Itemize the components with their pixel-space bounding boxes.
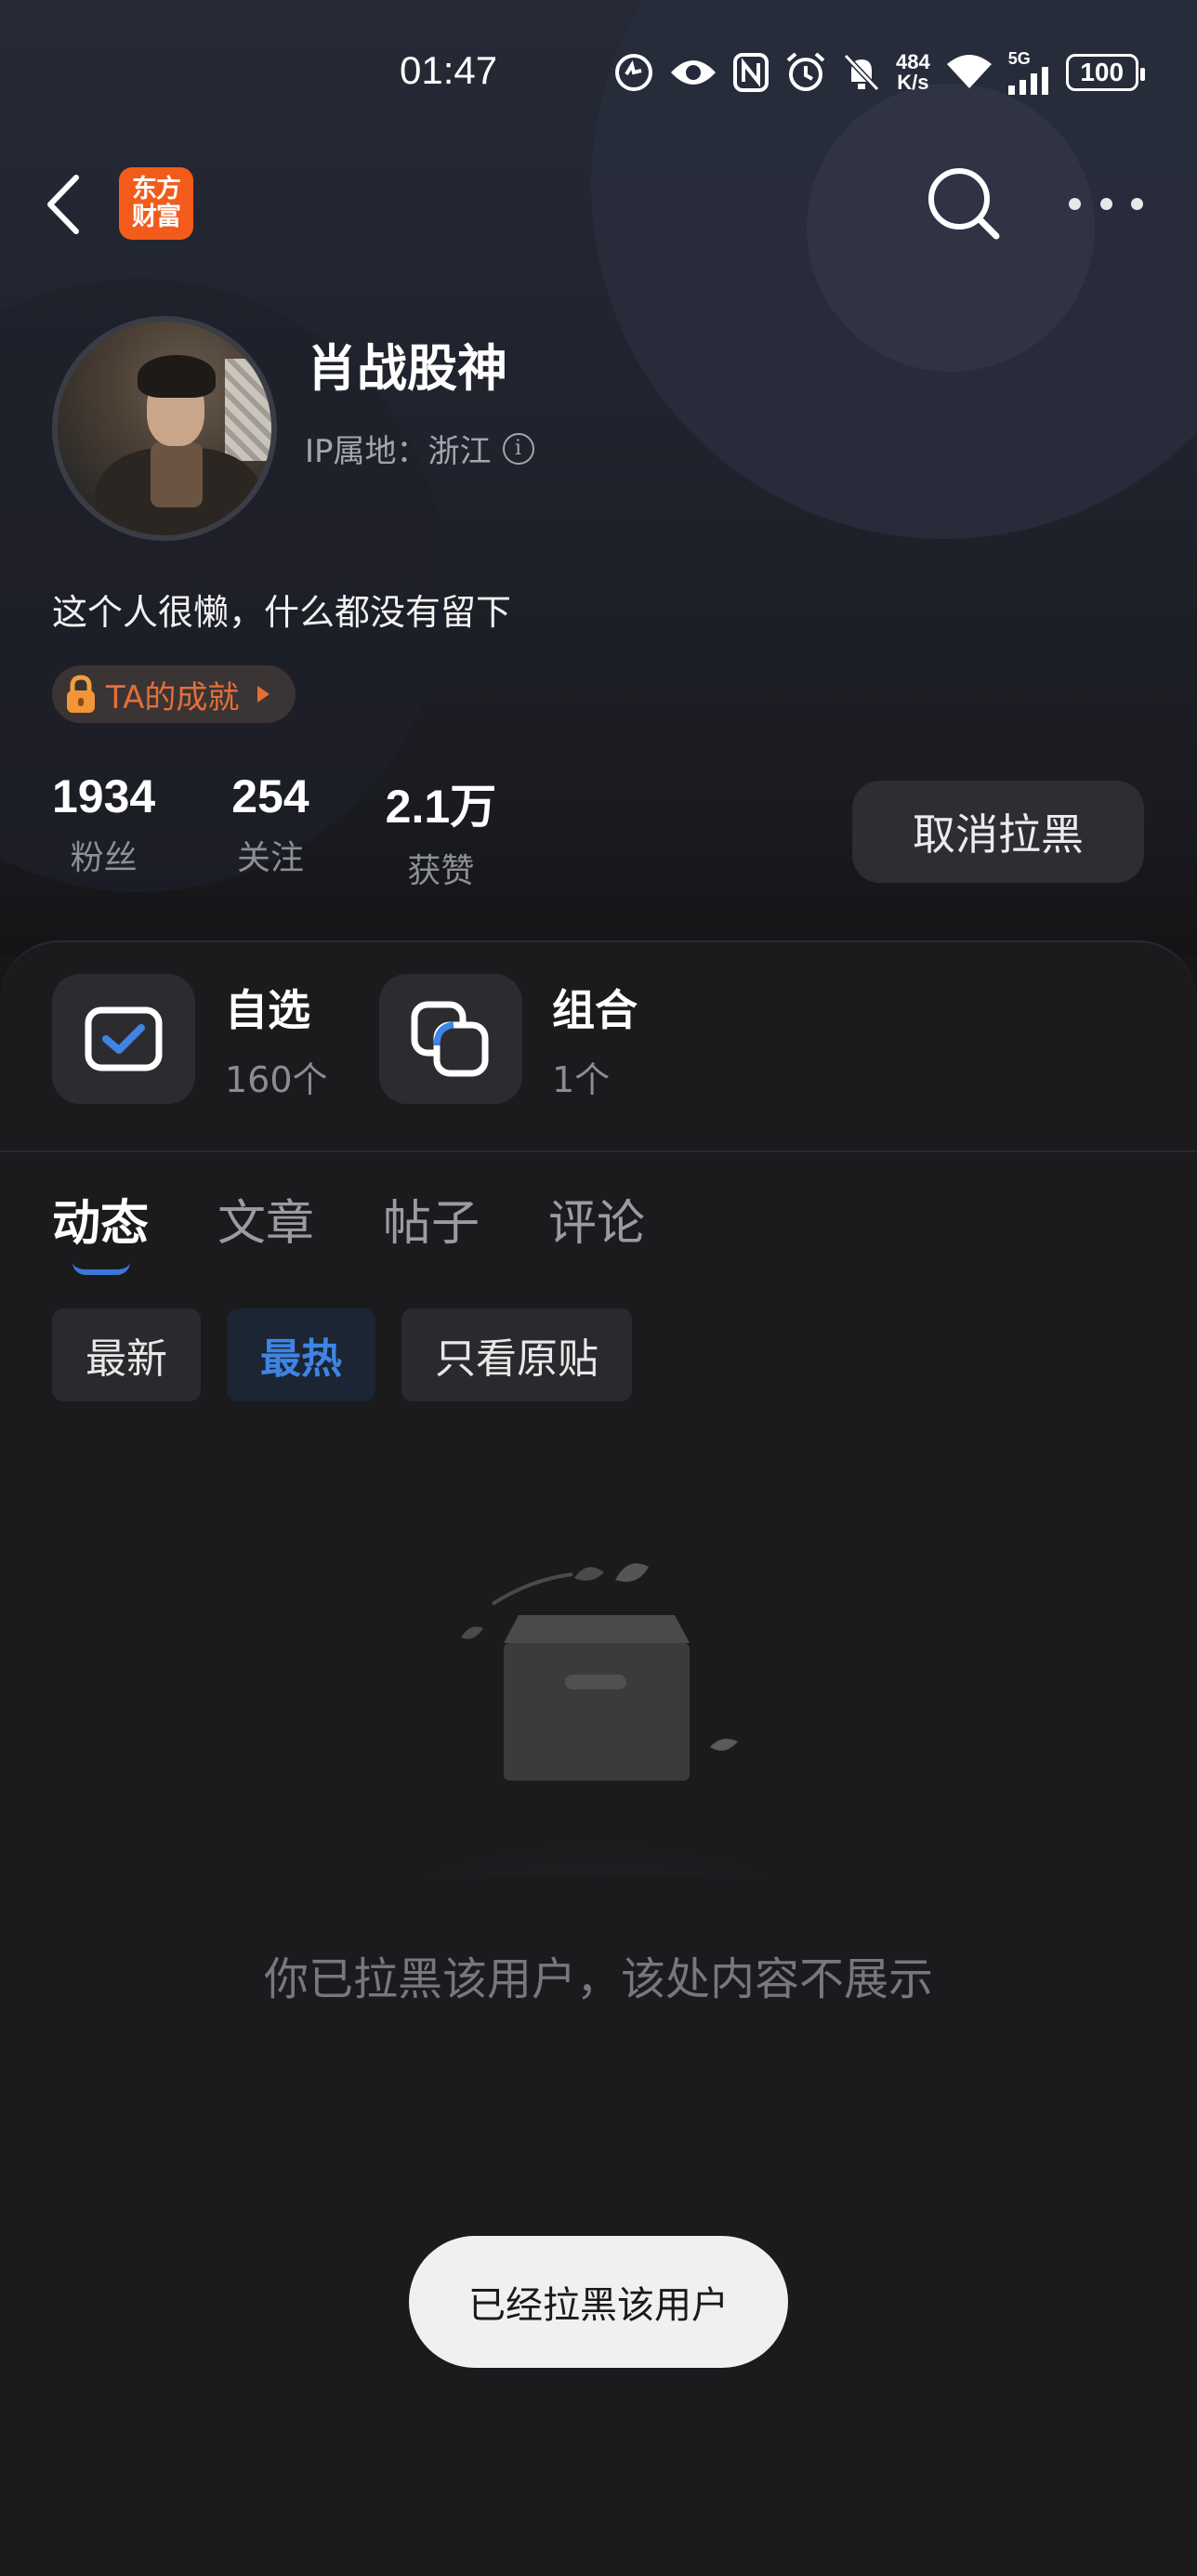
tab-label: 动态	[52, 1196, 150, 1252]
portfolio-title: 组合	[552, 984, 638, 1035]
profile-name: 肖战股神	[307, 339, 507, 398]
stat-value: 1934	[52, 770, 156, 822]
battery-icon: 100	[1065, 54, 1145, 91]
more-dot	[1099, 197, 1112, 210]
portfolio-entry[interactable]: 组合 1个	[379, 974, 638, 1104]
status-bar: 01:47 484 K/s 5G 100	[0, 0, 1197, 149]
stat-label: 粉丝	[70, 839, 138, 877]
stat-label: 获赞	[407, 852, 475, 890]
profile-stats: 1934 粉丝 254 关注 2.1万 获赞	[52, 769, 572, 892]
empty-state-message: 你已拉黑该用户，该处内容不展示	[263, 1953, 933, 2005]
speed-value: 484	[896, 50, 930, 73]
watchlist-entry[interactable]: 自选 160个	[52, 974, 328, 1104]
stat-followers[interactable]: 1934 粉丝	[52, 769, 155, 892]
more-dot	[1131, 197, 1143, 210]
signal-icon: 5G	[1007, 49, 1051, 95]
nfc-icon	[732, 52, 770, 93]
watchlist-title: 自选	[225, 984, 310, 1035]
more-button[interactable]	[1069, 184, 1143, 223]
tab-comments[interactable]: 评论	[548, 1184, 645, 1254]
divider	[0, 1150, 1197, 1152]
stat-likes[interactable]: 2.1万 获赞	[386, 769, 497, 892]
achievement-button[interactable]: TA的成就	[52, 665, 296, 723]
info-icon[interactable]: i	[502, 432, 534, 465]
portfolio-icon	[379, 974, 522, 1104]
stat-label: 关注	[236, 839, 304, 877]
alarm-icon	[784, 51, 827, 94]
back-button[interactable]	[45, 169, 97, 240]
stat-following[interactable]: 254 关注	[231, 769, 309, 892]
tab-posts[interactable]: 帖子	[383, 1184, 480, 1254]
avatar[interactable]	[52, 316, 277, 541]
avatar-scarf	[151, 442, 203, 507]
tab-articles[interactable]: 文章	[217, 1184, 314, 1254]
app-logo[interactable]: 东方 财富	[119, 167, 193, 240]
profile-bio: 这个人很懒，什么都没有留下	[52, 592, 512, 633]
network-type: 5G	[1007, 49, 1031, 68]
mute-icon	[842, 52, 881, 93]
tab-dynamic[interactable]: 动态	[52, 1184, 150, 1275]
ip-location-text: IP属地：浙江	[305, 433, 492, 470]
network-speed: 484 K/s	[896, 52, 930, 93]
search-icon	[928, 168, 1000, 240]
more-dot	[1069, 197, 1081, 210]
filter-original-only[interactable]: 只看原贴	[401, 1308, 632, 1401]
filter-chips: 最新 最热 只看原贴	[52, 1308, 632, 1401]
filter-hottest[interactable]: 最热	[227, 1308, 375, 1401]
achievement-label: TA的成就	[106, 678, 240, 716]
logo-text: 东方	[132, 175, 181, 204]
filter-latest[interactable]: 最新	[52, 1308, 201, 1401]
watchlist-icon	[52, 974, 195, 1104]
watchlist-count: 160个	[225, 1058, 328, 1100]
empty-box-illustration	[364, 1563, 829, 1877]
portfolio-count: 1个	[552, 1058, 611, 1100]
avatar-background	[225, 359, 271, 461]
play-arrow-icon	[257, 686, 270, 703]
wifi-icon	[945, 53, 993, 92]
chevron-left-icon	[47, 175, 79, 234]
stat-value: 254	[231, 770, 309, 822]
ip-location: IP属地：浙江 i	[305, 426, 534, 471]
eye-icon	[669, 54, 717, 91]
status-time: 01:47	[400, 48, 498, 92]
avatar-hair	[138, 355, 216, 398]
speed-unit: K/s	[897, 71, 929, 94]
nfc-shield-icon	[613, 52, 654, 93]
unblock-button[interactable]: 取消拉黑	[852, 781, 1144, 883]
status-icons: 484 K/s 5G 100	[613, 46, 1145, 99]
toast-message: 已经拉黑该用户	[409, 2236, 788, 2368]
stat-value: 2.1万	[385, 781, 497, 833]
content-tabs: 动态 文章 帖子 评论	[52, 1184, 645, 1275]
search-button[interactable]	[926, 165, 1002, 242]
logo-text: 财富	[132, 203, 181, 231]
lock-icon	[63, 674, 99, 715]
tab-indicator	[72, 1262, 130, 1275]
